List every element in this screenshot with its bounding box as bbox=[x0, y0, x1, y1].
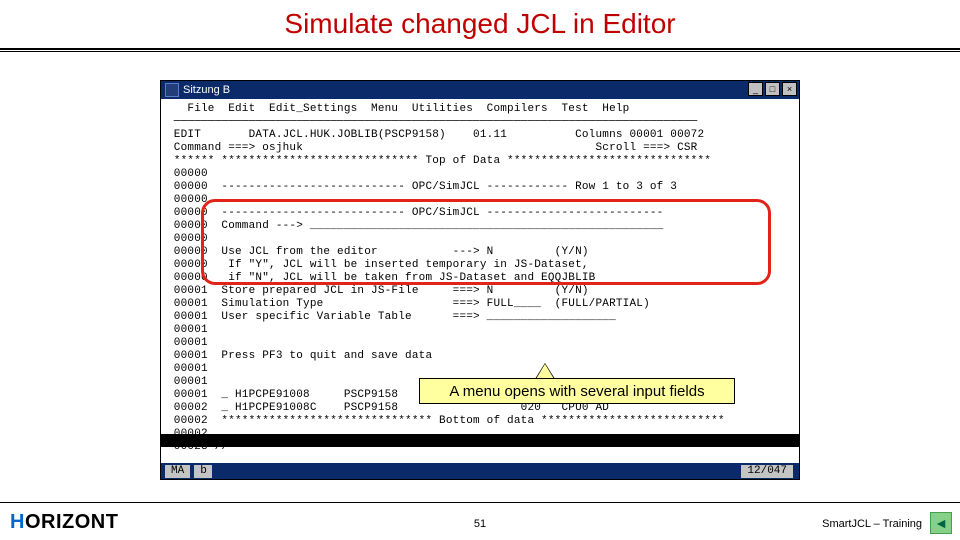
window-buttons: _ □ × bbox=[748, 82, 797, 96]
black-strip bbox=[161, 434, 799, 447]
footer-logo: HORIZONT bbox=[10, 511, 118, 534]
terminal-window: Sitzung B _ □ × File Edit Edit_Settings … bbox=[160, 80, 800, 480]
rule-top-thick bbox=[0, 48, 960, 50]
app-icon bbox=[165, 83, 179, 97]
menu-line: File Edit Edit_Settings Menu Utilities C… bbox=[167, 103, 629, 115]
slide-title: Simulate changed JCL in Editor bbox=[0, 8, 960, 40]
terminal-body: File Edit Edit_Settings Menu Utilities C… bbox=[161, 99, 799, 463]
window-title: Sitzung B bbox=[183, 84, 230, 96]
status-pos: 12/047 bbox=[741, 465, 793, 478]
edit-line: EDIT DATA.JCL.HUK.JOBLIB(PSCP9158) 01.11… bbox=[167, 129, 704, 141]
close-button[interactable]: × bbox=[782, 82, 797, 96]
status-b: b bbox=[194, 465, 212, 478]
maximize-button[interactable]: □ bbox=[765, 82, 780, 96]
footer-right-text: SmartJCL – Training bbox=[822, 518, 922, 530]
slide: Simulate changed JCL in Editor Sitzung B… bbox=[0, 0, 960, 540]
footer: HORIZONT 51 SmartJCL – Training ◄ bbox=[0, 502, 960, 540]
status-ma: MA bbox=[165, 465, 190, 478]
minimize-button[interactable]: _ bbox=[748, 82, 763, 96]
back-icon[interactable]: ◄ bbox=[930, 512, 952, 534]
callout-text: A menu opens with several input fields bbox=[449, 383, 704, 400]
top-of-data: ****** ***************************** Top… bbox=[167, 155, 711, 167]
callout-arrow bbox=[535, 363, 555, 379]
window-titlebar: Sitzung B _ □ × bbox=[161, 81, 799, 99]
window-statusbar: MA b 12/047 bbox=[161, 463, 799, 479]
page-number: 51 bbox=[474, 518, 486, 530]
rule-top-thin bbox=[0, 51, 960, 52]
callout-box: A menu opens with several input fields bbox=[419, 378, 735, 404]
command-line: Command ===> osjhuk Scroll ===> CSR bbox=[167, 142, 697, 154]
